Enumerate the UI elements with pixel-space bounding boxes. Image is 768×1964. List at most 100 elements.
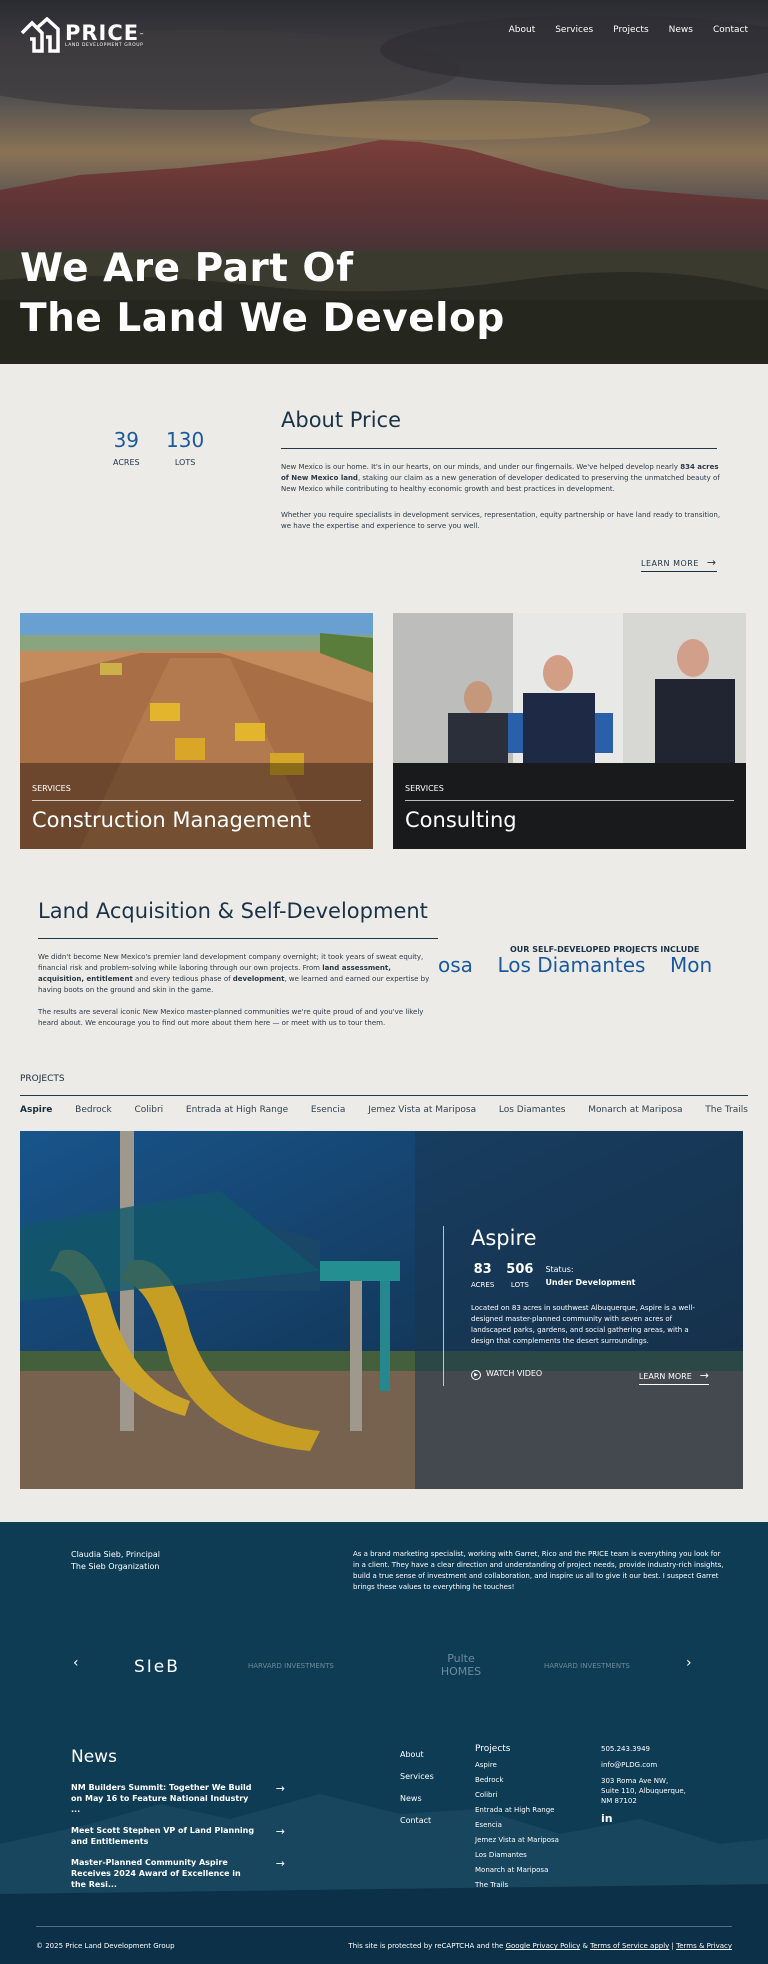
stat-lots-value: 130 [166, 428, 205, 452]
hero-title-line1: We Are Part Of [20, 246, 354, 291]
logo-name: PRICE [65, 20, 140, 45]
footer-link-contact[interactable]: Contact [400, 1810, 434, 1832]
nav-services[interactable]: Services [555, 25, 593, 35]
stat-lots: 130 LOTS [166, 428, 204, 467]
hero-title-line2: The Land We Develop [20, 296, 505, 341]
testimonial-footer-section: Claudia Sieb, Principal The Sieb Organiz… [0, 1522, 768, 1964]
featured-learn-more-link[interactable]: LEARN MORE → [638, 1369, 709, 1385]
about-paragraph-2: Whether you require specialists in devel… [281, 511, 721, 530]
logo-sieb: SIeB [134, 1657, 180, 1677]
tab-monarch[interactable]: Monarch at Mariposa [588, 1105, 682, 1115]
carousel-prev-icon[interactable]: ‹ [73, 1655, 79, 1671]
acquisition-paragraph-1: We didn't become New Mexico's premier la… [38, 952, 438, 996]
terms-link[interactable]: Terms of Service apply [590, 1942, 669, 1950]
hero-section: PRICE™ LAND DEVELOPMENT GROUP About Serv… [0, 0, 768, 364]
logo-pulte: Pulte HOMES [440, 1652, 482, 1678]
logo-harvard-2: HARVARD INVESTMENTS [544, 1662, 630, 1670]
footer-legal: This site is protected by reCAPTCHA and … [348, 1942, 732, 1950]
hero-title: We Are Part Of The Land We Develop [20, 244, 505, 344]
logo-tm: ™ [139, 31, 145, 38]
news-item[interactable]: Master-Planned Community Aspire Receives… [71, 1857, 285, 1890]
site-logo[interactable]: PRICE™ LAND DEVELOPMENT GROUP [20, 17, 144, 53]
stat-acres: 39 ACRES [113, 428, 140, 467]
footer-project-link[interactable]: Los Diamantes [475, 1848, 559, 1863]
marquee-item[interactable]: Los Diamantes [497, 953, 645, 977]
footer-nav: About Services News Contact [400, 1744, 434, 1832]
marquee-item[interactable]: osa [438, 953, 473, 977]
acq-p1-bold-2: development [232, 975, 285, 983]
footer-project-link[interactable]: Entrada at High Range [475, 1803, 559, 1818]
news-item-title: Meet Scott Stephen VP of Land Planning a… [71, 1826, 255, 1846]
projects-marquee: osa Los Diamantes Mon [438, 953, 748, 977]
card-divider [32, 800, 361, 801]
footer-project-link[interactable]: Aspire [475, 1758, 559, 1773]
tab-esencia[interactable]: Esencia [311, 1105, 346, 1115]
featured-project-info: Aspire 83 ACRES 506 LOTS Status: Under D… [471, 1226, 711, 1385]
tab-jemez-vista[interactable]: Jemez Vista at Mariposa [368, 1105, 476, 1115]
tab-aspire[interactable]: Aspire [20, 1105, 52, 1115]
news-item[interactable]: NM Builders Summit: Together We Build on… [71, 1782, 285, 1815]
service-card-construction[interactable]: SERVICES Construction Management [20, 613, 373, 849]
about-learn-more-link[interactable]: LEARN MORE → [641, 556, 717, 572]
acquisition-title: Land Acquisition & Self-Development [38, 899, 428, 923]
footer-address-line2: Suite 110, Albuquerque, [601, 1787, 686, 1795]
featured-lots-label: LOTS [510, 1281, 529, 1289]
footer-link-services[interactable]: Services [400, 1766, 434, 1788]
footer-link-about[interactable]: About [400, 1744, 434, 1766]
footer-phone[interactable]: 505.243.3949 [601, 1744, 686, 1754]
tab-los-diamantes[interactable]: Los Diamantes [499, 1105, 566, 1115]
news-title: News [71, 1747, 117, 1767]
nav-news[interactable]: News [669, 25, 693, 35]
footer-link-news[interactable]: News [400, 1788, 434, 1810]
footer-divider [36, 1926, 732, 1927]
play-icon: ▶ [471, 1370, 481, 1380]
news-item-title: Master-Planned Community Aspire Receives… [71, 1858, 241, 1889]
news-item-title: NM Builders Summit: Together We Build on… [71, 1783, 252, 1814]
tab-the-trails[interactable]: The Trails [705, 1105, 748, 1115]
terms-privacy-link[interactable]: Terms & Privacy [676, 1942, 732, 1950]
marquee-item[interactable]: Mon [670, 953, 712, 977]
news-item[interactable]: Meet Scott Stephen VP of Land Planning a… [71, 1825, 285, 1847]
testimonial-org: The Sieb Organization [71, 1562, 160, 1571]
featured-lots-value: 506 [506, 1262, 534, 1277]
testimonial-quote: As a brand marketing specialist, working… [353, 1550, 724, 1591]
footer-project-link[interactable]: Jemez Vista at Mariposa [475, 1833, 559, 1848]
nav-projects[interactable]: Projects [613, 25, 648, 35]
footer-project-link[interactable]: The Trails [475, 1878, 559, 1893]
footer-projects-title: Projects [475, 1744, 511, 1754]
service-card-consulting[interactable]: SERVICES Consulting [393, 613, 746, 849]
nav-about[interactable]: About [509, 25, 536, 35]
footer-email[interactable]: info@PLDG.com [601, 1760, 686, 1770]
nav-contact[interactable]: Contact [713, 25, 748, 35]
arrow-right-icon: → [706, 556, 717, 569]
footer-project-link[interactable]: Bedrock [475, 1773, 559, 1788]
logo-harvard-1: HARVARD INVESTMENTS [248, 1662, 334, 1670]
featured-project: Aspire 83 ACRES 506 LOTS Status: Under D… [20, 1131, 743, 1489]
news-list: NM Builders Summit: Together We Build on… [71, 1782, 285, 1890]
projects-divider [20, 1095, 748, 1096]
tab-colibri[interactable]: Colibri [134, 1105, 163, 1115]
about-paragraph-1: New Mexico is our home. It's in our hear… [281, 462, 721, 495]
testimonial-author: Claudia Sieb, Principal The Sieb Organiz… [71, 1549, 160, 1573]
tab-bedrock[interactable]: Bedrock [75, 1105, 112, 1115]
arrow-right-icon: → [275, 1825, 285, 1838]
footer-copyright: © 2025 Price Land Development Group [36, 1942, 175, 1950]
tab-entrada[interactable]: Entrada at High Range [186, 1105, 288, 1115]
about-divider [281, 448, 717, 449]
watch-video-label: WATCH VIDEO [486, 1369, 543, 1378]
carousel-next-icon[interactable]: › [686, 1655, 692, 1671]
card-divider [405, 800, 734, 801]
privacy-policy-link[interactable]: Google Privacy Policy [506, 1942, 581, 1950]
footer-project-link[interactable]: Monarch at Mariposa [475, 1863, 559, 1878]
watch-video-button[interactable]: ▶ WATCH VIDEO [471, 1369, 542, 1385]
footer-project-link[interactable]: Colibri [475, 1788, 559, 1803]
footer-project-link[interactable]: Esencia [475, 1818, 559, 1833]
featured-acres-label: ACRES [471, 1281, 495, 1289]
footer-address-line1: 303 Roma Ave NW, [601, 1777, 669, 1785]
arrow-right-icon: → [275, 1857, 285, 1870]
featured-status-label: Status: [545, 1265, 574, 1274]
main-nav: About Services Projects News Contact [509, 25, 748, 35]
stat-acres-label: ACRES [113, 458, 140, 467]
footer-address-line3: NM 87102 [601, 1797, 637, 1805]
linkedin-icon[interactable]: in [601, 1813, 686, 1824]
